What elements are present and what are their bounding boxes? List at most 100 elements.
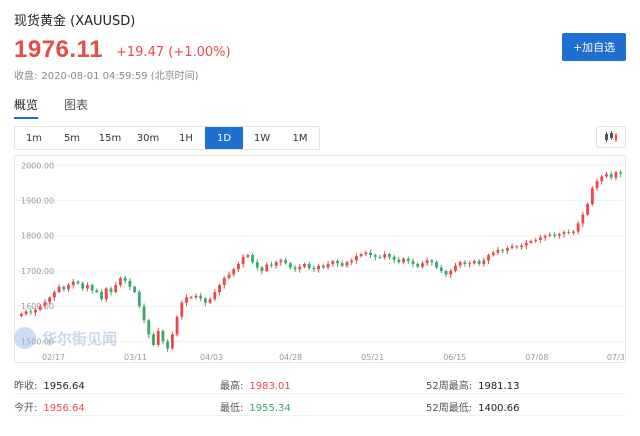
day-low-label: 最低: [220,403,244,414]
period-1d[interactable]: 1D [205,127,243,149]
candle-body [170,334,174,349]
period-5m[interactable]: 5m [53,127,91,149]
y-tick-label: 1700.00 [21,267,54,276]
low-52w-value: 1400.66 [478,403,520,414]
period-1w[interactable]: 1W [243,127,281,149]
candle-body [307,263,311,269]
candle-body [430,260,434,263]
candle-body [298,266,302,270]
high-52w-label: 52周最高: [426,381,473,392]
candle-body [548,234,552,236]
candle-body [520,245,523,248]
candle-body [137,292,141,307]
candle-body [487,255,490,261]
candle-body [114,285,118,293]
price-change: +19.47 (+1.00%) [116,45,231,60]
candle-body [156,330,160,345]
candle-body [284,260,288,264]
candle-body [24,311,28,314]
candle-body [52,292,56,298]
x-tick-label: 04/28 [279,353,302,362]
candle-body [180,302,184,317]
low-52w: 52周最低: 1400.66 [426,399,519,414]
candle-body [208,299,212,303]
prev-close-label: 昨收: [14,381,38,392]
stats-row: 昨收: 1956.64 最高: 1983.01 52周最高: 1981.13 [14,374,626,394]
period-1mo[interactable]: 1M [281,127,319,149]
high-52w: 52周最高: 1981.13 [426,377,519,392]
candle-body [590,188,594,205]
candle-body [336,261,339,264]
close-timestamp: 2020-08-01 04:59:59 (北京时间) [41,71,199,82]
candle-body [161,330,165,342]
close-label: 收盘: [14,71,38,82]
add-to-watchlist-button[interactable]: +加自选 [562,33,626,61]
candle-body [81,283,85,289]
candle-body [340,263,344,266]
candle-body [472,261,476,264]
x-tick-label: 02/17 [42,353,65,362]
candle-body [189,297,193,299]
candle-body [43,301,47,307]
candle-body [147,320,151,335]
candle-body [38,306,42,310]
watermark-text: 华尔街见闻 [42,329,118,348]
candle-body [383,254,387,258]
y-tick-label: 1800.00 [21,232,54,241]
chart-type-button[interactable] [596,126,626,148]
candle-body [444,270,448,275]
candle-body [203,298,207,303]
instrument-title: 现货黄金 (XAUUSD) [14,14,136,29]
candle-body [619,172,623,174]
x-tick-label: 05/21 [361,353,384,362]
candle-body [416,263,420,267]
candle-body [270,264,273,266]
candle-body [232,269,236,275]
candle-body [213,292,217,300]
period-1m[interactable]: 1m [15,127,53,149]
day-high: 最高: 1983.01 [220,377,291,392]
day-high-label: 最高: [220,381,244,392]
candle-body [288,263,292,268]
candle-body [326,263,330,268]
candle-body [572,231,575,233]
candle-body [303,263,306,267]
candle-body [496,249,500,253]
candle-body [524,242,528,246]
period-1h[interactable]: 1H [167,127,205,149]
candle-body [406,258,410,262]
candle-body [505,248,509,251]
candle-body [350,260,354,263]
candle-body [90,285,94,291]
candle-body [501,249,505,251]
candle-body [378,256,382,258]
day-high-value: 1983.01 [249,381,291,392]
candle-body [62,286,66,290]
candle-body [152,334,155,345]
candle-body [373,255,377,257]
candle-body [293,267,297,270]
period-30m[interactable]: 30m [129,127,167,149]
candle-body [251,255,254,263]
stats-row: 今开: 1956.64 最低: 1955.34 52周最低: 1400.66 [14,396,626,416]
candle-body [510,246,514,249]
candle-body [515,246,519,248]
candle-body [279,260,283,263]
candle-body [454,265,457,271]
current-price: 1976.11 [14,36,103,63]
period-15m[interactable]: 15m [91,127,129,149]
candle-body [199,295,203,299]
candle-body [392,256,396,260]
candle-body [439,267,443,271]
candle-body [321,265,325,268]
candle-body [354,256,358,261]
candle-body [364,252,368,255]
tab-overview[interactable]: 概览 [14,96,39,119]
today-open: 今开: 1956.64 [14,399,85,414]
watermark-logo-icon [14,327,36,349]
candle-body [67,285,70,290]
tab-chart[interactable]: 图表 [64,96,88,119]
close-time: 收盘: 2020-08-01 04:59:59 (北京时间) [14,67,203,82]
candle-body [142,306,146,321]
candle-body [468,263,472,265]
